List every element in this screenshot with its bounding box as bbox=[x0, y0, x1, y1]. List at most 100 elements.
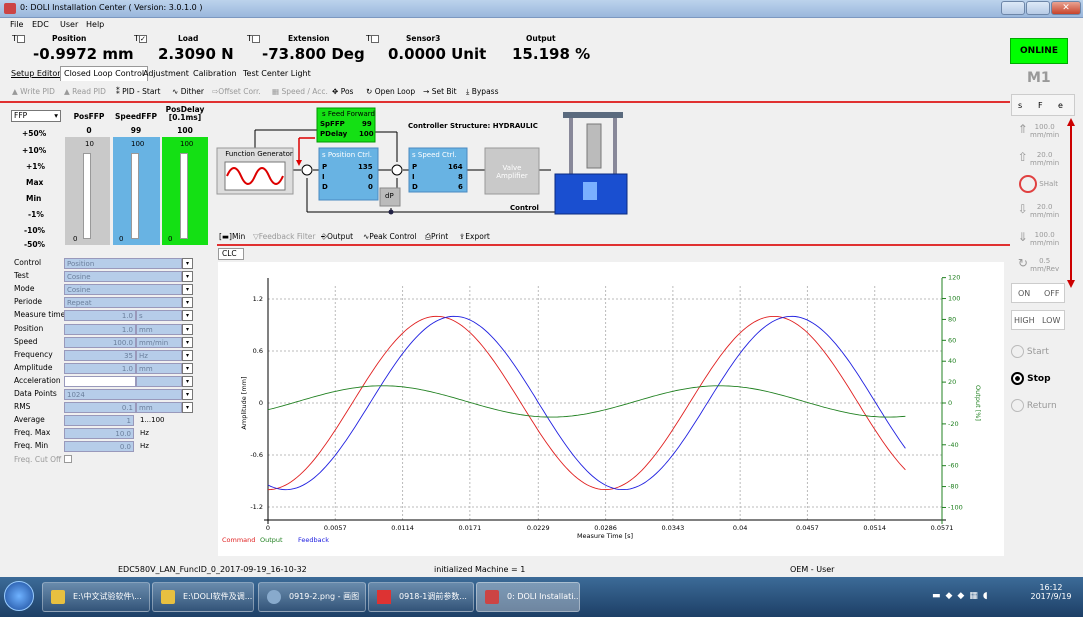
shalt-button[interactable]: SHalt bbox=[1011, 175, 1066, 193]
readout-sensor3-t[interactable]: T bbox=[366, 34, 379, 43]
taskbar-item-3[interactable]: 0919-2.png - 画图 bbox=[258, 582, 366, 612]
readout-load-t[interactable]: T✓ bbox=[134, 34, 147, 43]
fast-up-button[interactable]: ⇑ 100.0 mm/min bbox=[1011, 122, 1066, 139]
bypass-button[interactable]: ⤓ Bypass bbox=[466, 87, 498, 97]
menu-user[interactable]: User bbox=[60, 20, 78, 29]
chevron-down-icon[interactable]: ▾ bbox=[182, 310, 193, 322]
level-minus1[interactable]: -1% bbox=[28, 210, 44, 219]
return-button[interactable]: Return bbox=[1011, 399, 1057, 412]
minimize-button[interactable] bbox=[1001, 1, 1025, 15]
form-field[interactable]: 10.0 bbox=[64, 428, 134, 440]
off-button[interactable]: OFF bbox=[1044, 289, 1060, 298]
maximize-button[interactable] bbox=[1026, 1, 1050, 15]
chevron-down-icon[interactable]: ▾ bbox=[182, 375, 193, 387]
chevron-down-icon[interactable]: ▾ bbox=[182, 402, 193, 414]
form-field[interactable]: 1.0 bbox=[64, 323, 136, 335]
level-minus10[interactable]: -10% bbox=[24, 226, 45, 235]
form-field[interactable]: 35 bbox=[64, 349, 136, 361]
menu-edc[interactable]: EDC bbox=[32, 20, 49, 29]
speed-acc-button[interactable]: ▦ Speed / Acc. bbox=[272, 87, 328, 96]
taskbar-item-4[interactable]: 0918-1调前参数... bbox=[368, 582, 474, 612]
pos-button[interactable]: ✥ Pos bbox=[332, 87, 353, 96]
chevron-down-icon[interactable]: ▾ bbox=[182, 336, 193, 348]
posdelay-slider-track[interactable] bbox=[180, 153, 188, 239]
tab-closed-loop-control[interactable]: Closed Loop Control bbox=[60, 66, 149, 81]
menu-file[interactable]: File bbox=[10, 20, 23, 29]
form-field[interactable]: Cosine bbox=[64, 284, 182, 296]
print-button[interactable]: ⎙Print bbox=[425, 232, 448, 242]
form-field[interactable] bbox=[64, 375, 136, 387]
form-field[interactable]: 1 bbox=[64, 415, 134, 427]
chevron-down-icon[interactable]: ▾ bbox=[182, 297, 193, 309]
level-min[interactable]: Min bbox=[26, 194, 41, 203]
tab-adjustment[interactable]: Adjustment bbox=[140, 67, 192, 81]
measurement-chart[interactable]: 0 0.0057 0.0114 0.0171 0.0229 0.0286 0.0343 0.0… bbox=[218, 262, 1004, 556]
tab-s[interactable]: s bbox=[1018, 101, 1022, 110]
form-field[interactable]: 1.0 bbox=[64, 310, 136, 322]
taskbar-item-2[interactable]: E:\DOLI软件及调... bbox=[152, 582, 254, 612]
chevron-down-icon[interactable]: ▾ bbox=[182, 389, 193, 400]
tab-f[interactable]: F bbox=[1038, 101, 1043, 110]
form-field[interactable]: 0.1 bbox=[64, 402, 136, 414]
posffp-slider[interactable]: 10 0 bbox=[65, 137, 110, 245]
start-orb[interactable] bbox=[4, 581, 34, 611]
form-field[interactable]: Position bbox=[64, 258, 182, 269]
chevron-down-icon[interactable]: ▾ bbox=[182, 362, 193, 374]
clock[interactable]: 16:12 2017/9/19 bbox=[1026, 583, 1076, 601]
start-button[interactable]: Start bbox=[1011, 345, 1049, 358]
chevron-down-icon[interactable]: ▾ bbox=[182, 271, 193, 283]
low-button[interactable]: LOW bbox=[1042, 316, 1060, 325]
slow-down-button[interactable]: ⇩ 20.0 mm/min bbox=[1011, 202, 1066, 219]
level-max[interactable]: Max bbox=[26, 178, 43, 187]
write-pid-button[interactable]: ▲ Write PID bbox=[12, 87, 55, 96]
on-button[interactable]: ON bbox=[1018, 289, 1030, 298]
function-generator-label[interactable]: Function Generator bbox=[222, 150, 296, 158]
freq-cutoff-checkbox[interactable] bbox=[64, 454, 72, 463]
speedffp-slider[interactable]: 100 0 bbox=[113, 137, 160, 245]
form-field[interactable]: Cosine bbox=[64, 271, 182, 283]
form-field[interactable]: 100.0 bbox=[64, 336, 136, 348]
level-plus10[interactable]: +10% bbox=[22, 146, 46, 155]
pid-start-button[interactable]: ⁑ PID - Start bbox=[116, 87, 160, 96]
form-field[interactable]: Repeat bbox=[64, 297, 182, 309]
dither-button[interactable]: ∿ Dither bbox=[172, 87, 204, 96]
tab-setup-editor[interactable]: Setup Editor bbox=[8, 67, 64, 81]
chevron-down-icon[interactable]: ▾ bbox=[182, 284, 193, 296]
readout-position-t[interactable]: T bbox=[12, 34, 25, 43]
menu-help[interactable]: Help bbox=[86, 20, 104, 29]
chevron-down-icon[interactable]: ▾ bbox=[182, 258, 193, 269]
stop-button[interactable]: Stop bbox=[1011, 372, 1051, 385]
posdelay-slider[interactable]: 100 0 bbox=[162, 137, 208, 245]
tab-e[interactable]: e bbox=[1058, 101, 1063, 110]
form-field[interactable]: 1.0 bbox=[64, 362, 136, 374]
speedffp-slider-track[interactable] bbox=[131, 153, 139, 239]
high-button[interactable]: HIGH bbox=[1014, 316, 1035, 325]
taskbar-item-1[interactable]: E:\中文试验软件\... bbox=[42, 582, 150, 612]
read-pid-button[interactable]: ▲ Read PID bbox=[64, 87, 106, 96]
taskbar-item-5[interactable]: 0: DOLI Installati... bbox=[476, 582, 580, 612]
output-button[interactable]: ⎆Output bbox=[321, 232, 353, 242]
form-field[interactable]: 0.0 bbox=[64, 441, 134, 453]
fast-down-button[interactable]: ⇓ 100.0 mm/min bbox=[1011, 230, 1066, 247]
export-button[interactable]: ⇪Export bbox=[459, 232, 490, 241]
chevron-down-icon[interactable]: ▾ bbox=[182, 349, 193, 361]
tab-test-center-light[interactable]: Test Center Light bbox=[240, 67, 314, 81]
level-minus50[interactable]: -50% bbox=[24, 240, 45, 249]
level-plus50[interactable]: +50% bbox=[22, 129, 46, 138]
ffp-select[interactable]: FFP ▾ bbox=[11, 110, 61, 122]
form-field[interactable]: 1024 bbox=[64, 389, 182, 400]
level-plus1[interactable]: +1% bbox=[26, 162, 45, 171]
set-bit-button[interactable]: → Set Bit bbox=[423, 87, 457, 96]
rev-speed-button[interactable]: ↻ 0.5 mm/Rev bbox=[1011, 256, 1066, 273]
close-button[interactable]: ✕ bbox=[1051, 1, 1081, 15]
tab-calibration[interactable]: Calibration bbox=[190, 67, 240, 81]
tray-icons[interactable]: ▬◆◆▦◖ bbox=[932, 591, 993, 601]
offset-corr-button[interactable]: ⇨Offset Corr. bbox=[212, 87, 261, 96]
tab-clc[interactable]: CLC bbox=[218, 248, 244, 260]
min-button[interactable]: [▬]Min bbox=[219, 232, 245, 241]
peak-control-button[interactable]: ∿Peak Control bbox=[363, 232, 417, 241]
feedback-filter-button[interactable]: ▽Feedback Filter bbox=[253, 232, 315, 241]
chevron-down-icon[interactable]: ▾ bbox=[182, 323, 193, 335]
readout-extension-t[interactable]: T bbox=[247, 34, 260, 43]
posffp-slider-track[interactable] bbox=[83, 153, 91, 239]
